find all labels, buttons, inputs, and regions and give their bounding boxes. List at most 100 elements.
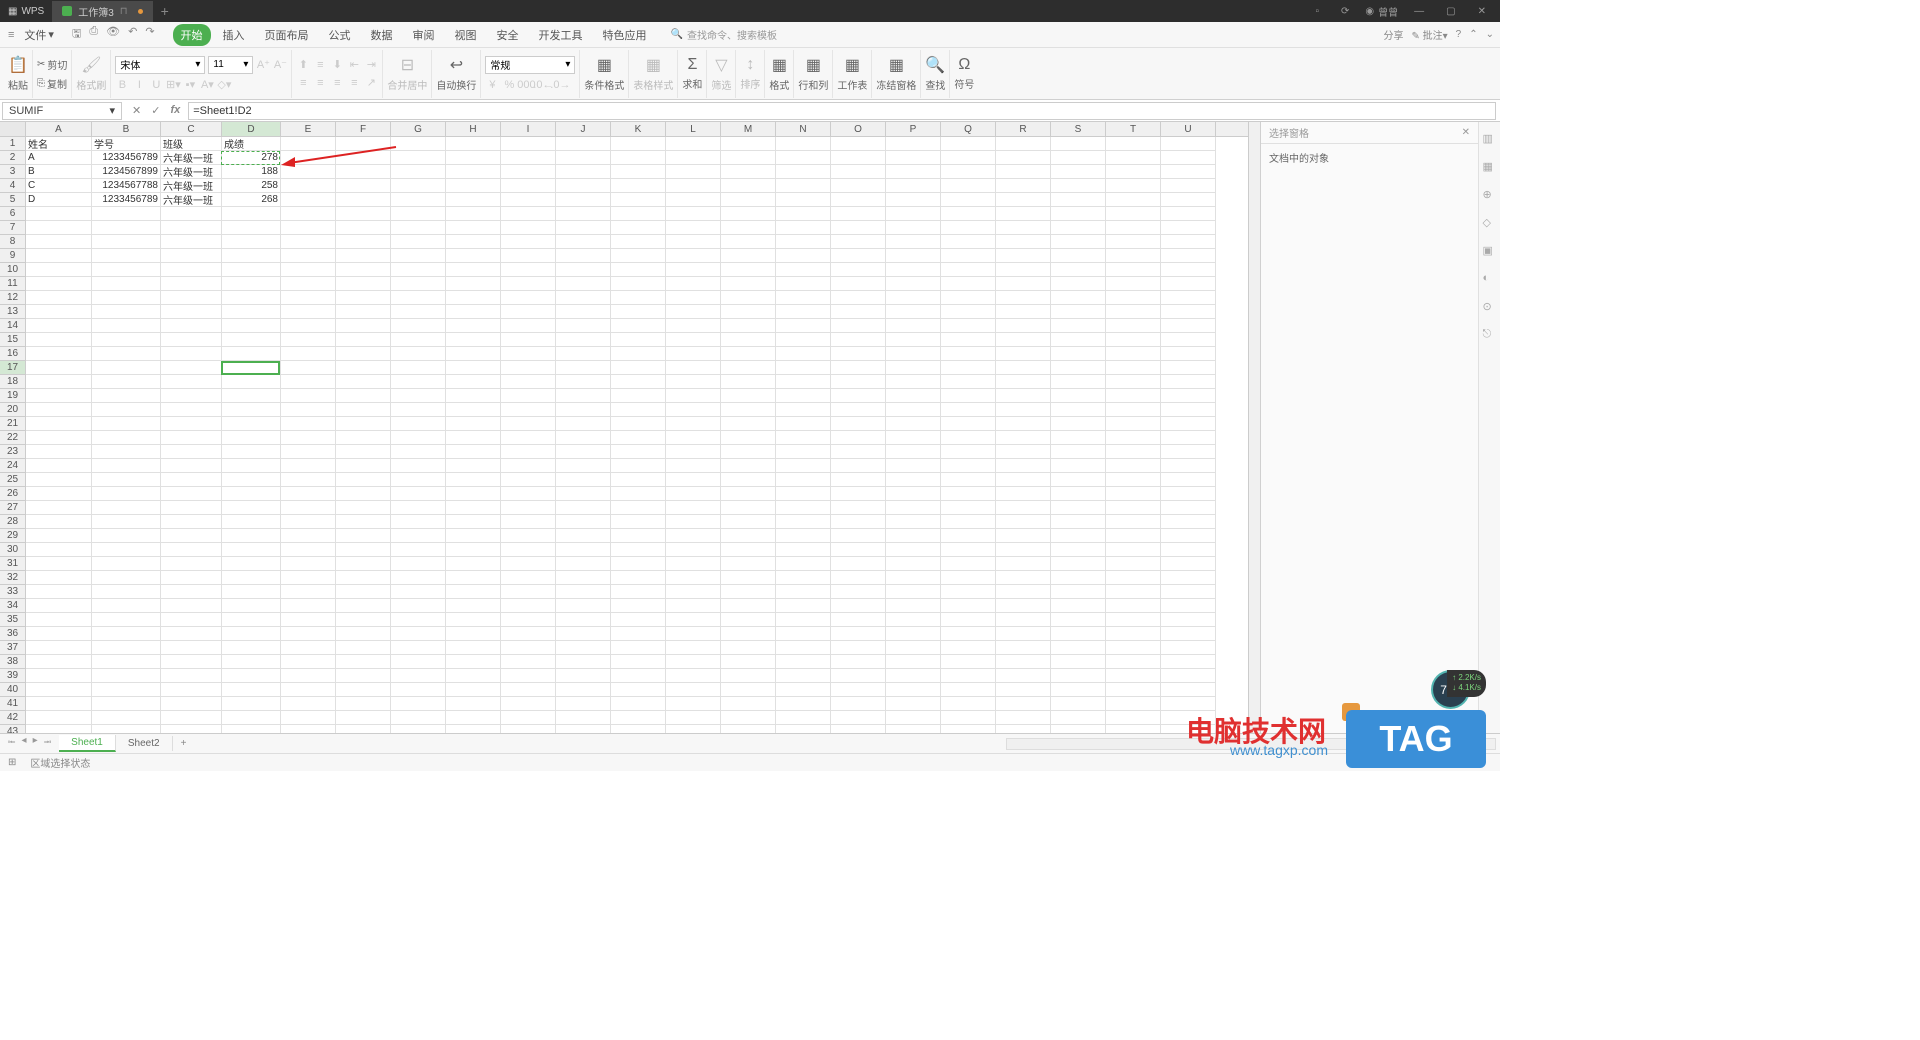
cell[interactable] [26, 431, 92, 445]
cell[interactable] [776, 445, 831, 459]
cell[interactable] [886, 571, 941, 585]
cell[interactable] [556, 249, 611, 263]
cell[interactable] [611, 501, 666, 515]
cell[interactable] [941, 305, 996, 319]
cell[interactable] [776, 333, 831, 347]
row-header[interactable]: 9 [0, 249, 26, 263]
cell[interactable] [886, 711, 941, 725]
cell[interactable] [336, 725, 391, 733]
cell[interactable] [831, 319, 886, 333]
wrap-button[interactable]: ↩自动换行 [436, 55, 476, 92]
cell[interactable] [776, 277, 831, 291]
cell[interactable] [996, 375, 1051, 389]
cell[interactable] [556, 697, 611, 711]
cell[interactable] [26, 403, 92, 417]
cell[interactable] [1161, 417, 1216, 431]
cell[interactable] [161, 431, 222, 445]
cell[interactable] [831, 473, 886, 487]
cell[interactable] [886, 375, 941, 389]
cell[interactable] [996, 445, 1051, 459]
cell[interactable] [1161, 557, 1216, 571]
cell[interactable] [222, 291, 281, 305]
cell[interactable] [666, 389, 721, 403]
row-header[interactable]: 43 [0, 725, 26, 733]
cell[interactable] [501, 711, 556, 725]
row-header[interactable]: 16 [0, 347, 26, 361]
file-menu[interactable]: 文件▾ [20, 27, 58, 43]
cell[interactable] [281, 193, 336, 207]
cell[interactable] [222, 683, 281, 697]
cell[interactable] [92, 711, 161, 725]
cell[interactable] [556, 347, 611, 361]
cell[interactable] [501, 333, 556, 347]
side-icon-1[interactable]: ▥ [1483, 132, 1497, 146]
cell[interactable] [26, 557, 92, 571]
cell[interactable] [281, 725, 336, 733]
cell[interactable] [886, 725, 941, 733]
cell[interactable] [886, 697, 941, 711]
cell[interactable] [831, 697, 886, 711]
cell[interactable] [446, 375, 501, 389]
cell[interactable] [161, 305, 222, 319]
cell[interactable] [161, 347, 222, 361]
cell[interactable] [161, 221, 222, 235]
cell[interactable] [391, 599, 446, 613]
cell[interactable] [611, 459, 666, 473]
cell[interactable] [996, 571, 1051, 585]
col-header-U[interactable]: U [1161, 122, 1216, 136]
cell[interactable] [1106, 221, 1161, 235]
cell[interactable] [281, 417, 336, 431]
cell[interactable] [161, 487, 222, 501]
cell[interactable] [556, 515, 611, 529]
cell[interactable] [1051, 333, 1106, 347]
row-header[interactable]: 8 [0, 235, 26, 249]
cell[interactable] [831, 403, 886, 417]
cell[interactable] [501, 655, 556, 669]
col-header-M[interactable]: M [721, 122, 776, 136]
cell[interactable] [161, 515, 222, 529]
cell[interactable]: D [26, 193, 92, 207]
cell[interactable] [92, 599, 161, 613]
cell[interactable] [721, 669, 776, 683]
cell[interactable] [1051, 151, 1106, 165]
cell[interactable] [996, 487, 1051, 501]
cell[interactable] [1051, 403, 1106, 417]
cell[interactable] [611, 389, 666, 403]
cell[interactable] [1106, 417, 1161, 431]
cell[interactable] [996, 725, 1051, 733]
cell[interactable] [1106, 697, 1161, 711]
cell[interactable] [1106, 613, 1161, 627]
cell[interactable] [941, 249, 996, 263]
row-header[interactable]: 2 [0, 151, 26, 165]
cell[interactable] [831, 417, 886, 431]
cell[interactable] [1106, 179, 1161, 193]
cell[interactable] [886, 417, 941, 431]
spreadsheet[interactable]: A B C D E F G H I J K L M N O P Q R S T … [0, 122, 1248, 733]
cell[interactable] [1051, 683, 1106, 697]
cell[interactable] [611, 235, 666, 249]
cell[interactable] [611, 711, 666, 725]
cell[interactable] [281, 543, 336, 557]
cell[interactable] [996, 291, 1051, 305]
cell[interactable] [501, 529, 556, 543]
cell[interactable] [831, 137, 886, 151]
col-header-D[interactable]: D [222, 122, 281, 136]
cell[interactable] [26, 487, 92, 501]
cell[interactable] [666, 655, 721, 669]
cell[interactable] [1161, 543, 1216, 557]
cell[interactable] [556, 585, 611, 599]
cell[interactable] [281, 263, 336, 277]
cell[interactable] [501, 501, 556, 515]
cell[interactable] [446, 515, 501, 529]
row-header[interactable]: 3 [0, 165, 26, 179]
cell[interactable] [666, 277, 721, 291]
cell[interactable] [831, 207, 886, 221]
cell[interactable] [1051, 165, 1106, 179]
cell[interactable] [501, 291, 556, 305]
help-icon[interactable]: ? [1456, 29, 1462, 40]
cell[interactable] [391, 473, 446, 487]
cell[interactable] [222, 375, 281, 389]
cell[interactable] [776, 375, 831, 389]
cell[interactable] [831, 515, 886, 529]
cell[interactable] [391, 221, 446, 235]
